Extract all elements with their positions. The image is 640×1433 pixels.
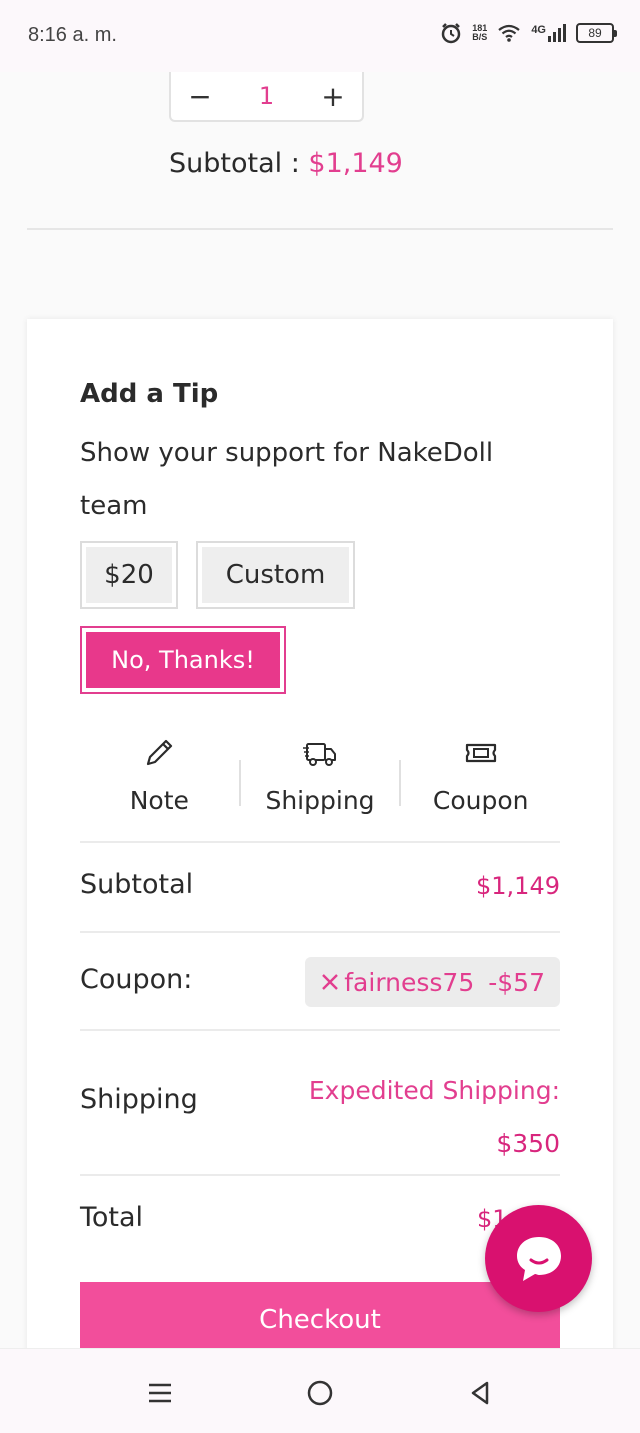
subtotal-label: Subtotal — [80, 869, 194, 900]
truck-icon — [303, 743, 336, 766]
status-icons: 181 B/S 4G 89 — [440, 22, 617, 44]
cellular-signal-icon: 4G — [531, 24, 566, 42]
increase-quantity-button[interactable]: + — [318, 80, 348, 113]
item-subtotal: Subtotal : $1,149 — [169, 148, 403, 179]
divider — [27, 228, 613, 230]
divider — [80, 1174, 560, 1176]
decrease-quantity-button[interactable]: − — [185, 80, 215, 113]
coupon-row-label: Coupon: — [80, 964, 193, 995]
shipping-amount: $350 — [496, 1129, 560, 1158]
note-label: Note — [129, 786, 189, 815]
system-navigation-bar — [0, 1348, 640, 1433]
home-button[interactable] — [300, 1373, 340, 1413]
back-triangle-icon — [471, 1381, 489, 1405]
divider — [80, 841, 560, 843]
tip-option-20[interactable]: $20 — [80, 541, 178, 609]
divider — [80, 931, 560, 933]
status-time: 8:16 a. m. — [28, 24, 117, 46]
no-tip-label: No, Thanks! — [86, 632, 280, 688]
cart-actions: Note Shipping Coupon — [80, 734, 560, 834]
shipping-method: Expedited Shipping: — [308, 1076, 560, 1105]
total-label: Total — [80, 1202, 144, 1233]
tip-option-label: Custom — [202, 547, 349, 603]
shipping-label: Shipping — [265, 786, 375, 815]
recent-apps-button[interactable] — [140, 1373, 180, 1413]
menu-icon — [149, 1383, 171, 1403]
chat-button[interactable] — [485, 1205, 592, 1312]
home-circle-icon — [307, 1380, 333, 1406]
ticket-icon — [465, 743, 496, 763]
back-button[interactable] — [460, 1373, 500, 1413]
status-bar: 8:16 a. m. 181 B/S 4G 89 — [0, 0, 640, 72]
tip-option-label: $20 — [86, 547, 172, 603]
item-subtotal-value: $1,149 — [308, 148, 403, 179]
quantity-stepper: − 1 + — [169, 72, 364, 122]
shipping-value[interactable]: Expedited Shipping: $350 — [309, 1064, 560, 1170]
subtotal-value: $1,149 — [476, 872, 560, 900]
order-summary-card: Add a Tip Show your support for NakeDoll… — [27, 319, 613, 1348]
shipping-action[interactable]: Shipping — [241, 734, 400, 834]
alarm-icon — [442, 23, 461, 44]
coupon-action[interactable]: Coupon — [401, 734, 560, 834]
coupon-label: Coupon — [432, 786, 529, 815]
checkout-button[interactable]: Checkout — [80, 1282, 560, 1348]
tip-option-custom[interactable]: Custom — [196, 541, 355, 609]
quantity-value[interactable]: 1 — [259, 82, 274, 110]
no-tip-button[interactable]: No, Thanks! — [80, 626, 286, 694]
item-subtotal-label: Subtotal : — [169, 148, 309, 179]
tip-description: Show your support for NakeDoll team — [80, 438, 494, 521]
coupon-discount: -$57 — [488, 967, 545, 997]
battery-icon: 89 — [576, 23, 617, 43]
remove-coupon-icon[interactable] — [320, 972, 340, 992]
divider — [80, 1029, 560, 1031]
shipping-row-label: Shipping — [80, 1084, 198, 1115]
chat-bubble-icon — [516, 1236, 561, 1281]
pencil-icon — [147, 739, 173, 766]
applied-coupon-chip[interactable]: fairness75 -$57 — [305, 957, 560, 1007]
note-action[interactable]: Note — [80, 734, 239, 834]
network-speed: 181 B/S — [472, 23, 488, 42]
wifi-icon — [498, 24, 520, 42]
tip-title: Add a Tip — [80, 379, 219, 409]
cart-page: − 1 + Subtotal : $1,149 Add a Tip Show y… — [0, 72, 640, 1348]
coupon-code: fairness75 — [344, 967, 475, 997]
